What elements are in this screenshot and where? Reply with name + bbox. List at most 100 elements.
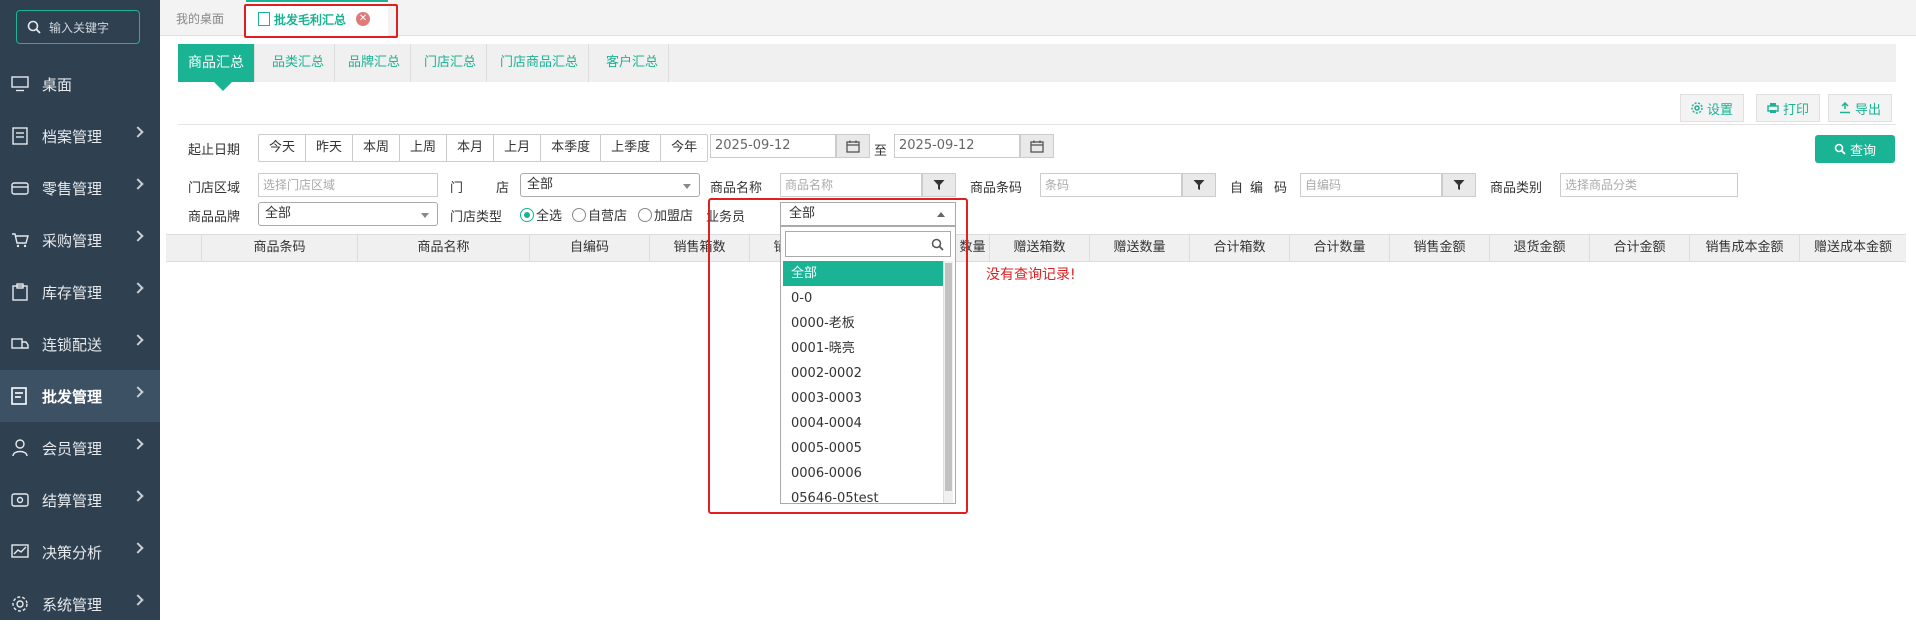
store-label-char-1: 门 <box>450 181 464 196</box>
sidebar-item-purchase[interactable]: 采购管理 <box>0 214 160 266</box>
chevron-right-icon <box>132 230 144 242</box>
sidebar-item-wholesale[interactable]: 批发管理 <box>0 370 160 422</box>
tab-my-desktop[interactable]: 我的桌面 <box>176 0 224 36</box>
sidebar-item-analysis[interactable]: 决策分析 <box>0 526 160 578</box>
query-label: 查询 <box>1849 143 1876 159</box>
store-type-radio-self[interactable]: 自营店 <box>572 205 627 224</box>
sidebar-item-system[interactable]: 系统管理 <box>0 578 160 630</box>
toolbar-divider <box>178 124 1896 125</box>
col-header[interactable]: 销售成本金额 <box>1690 235 1800 261</box>
brand-select-value: 全部 <box>265 206 292 221</box>
selfcode-label-char-1: 自 <box>1230 181 1244 196</box>
calendar-icon[interactable] <box>1020 134 1054 158</box>
date-btn-last-quarter[interactable]: 上季度 <box>601 135 662 161</box>
cart-icon <box>10 230 30 250</box>
settings-button[interactable]: 设置 <box>1680 94 1745 122</box>
col-header[interactable]: 合计箱数 <box>1190 235 1290 261</box>
truck-icon <box>10 334 30 354</box>
sidebar-nav: 桌面 档案管理 零售管理 采购管理 库存管理 连锁配送 批发管理 会员管理 结算… <box>0 58 160 630</box>
selfcode-input[interactable]: 自编码 <box>1300 173 1442 197</box>
subtab-store-summary[interactable]: 门店汇总 <box>414 44 488 82</box>
product-name-label: 商品名称 <box>710 181 763 196</box>
chevron-right-icon <box>132 126 144 138</box>
sidebar-item-retail[interactable]: 零售管理 <box>0 162 160 214</box>
sidebar-item-label: 桌面 <box>42 75 73 94</box>
export-icon <box>1840 102 1850 114</box>
subtab-category-summary[interactable]: 品类汇总 <box>262 44 336 82</box>
end-date-input[interactable]: 2025-09-12 <box>894 134 1020 158</box>
col-header[interactable]: 赠送数量 <box>1090 235 1190 261</box>
sidebar-item-distribution[interactable]: 连锁配送 <box>0 318 160 370</box>
col-header[interactable]: 销售金额 <box>1390 235 1490 261</box>
monitor-icon <box>10 74 30 94</box>
col-header[interactable]: 商品条码 <box>202 235 358 261</box>
brand-select[interactable]: 全部 <box>258 202 438 226</box>
filter-icon[interactable] <box>1442 173 1476 197</box>
sidebar-item-label: 结算管理 <box>42 491 103 510</box>
store-area-input[interactable]: 选择门店区域 <box>258 173 438 197</box>
register-icon <box>10 178 30 198</box>
calendar-icon[interactable] <box>836 134 870 158</box>
sidebar-item-label: 决策分析 <box>42 543 103 562</box>
date-btn-today[interactable]: 今天 <box>259 135 307 161</box>
filter-icon[interactable] <box>1182 173 1216 197</box>
tab-label: 我的桌面 <box>176 11 225 26</box>
sidebar-item-inventory[interactable]: 库存管理 <box>0 266 160 318</box>
chevron-right-icon <box>132 334 144 346</box>
date-btn-this-month[interactable]: 本月 <box>447 135 495 161</box>
user-icon <box>10 438 30 458</box>
table-header-checkbox-col <box>166 235 202 261</box>
query-button[interactable]: 查询 <box>1815 135 1895 163</box>
subtab-customer-summary[interactable]: 客户汇总 <box>596 44 670 82</box>
export-button[interactable]: 导出 <box>1828 94 1893 122</box>
table-header: 商品条码 商品名称 自编码 销售箱数 销售数量 数量 赠送箱数 赠送数量 合计箱… <box>166 234 1906 262</box>
selfcode-label-char-2: 编 <box>1250 181 1264 196</box>
date-btn-this-week[interactable]: 本周 <box>353 135 401 161</box>
col-header[interactable]: 赠送成本金额 <box>1800 235 1906 261</box>
gear-icon <box>10 594 30 614</box>
date-btn-yesterday[interactable]: 昨天 <box>306 135 354 161</box>
sidebar-item-label: 采购管理 <box>42 231 103 250</box>
page-tab-bar: 我的桌面 批发毛利汇总 ✕ <box>160 0 1916 36</box>
col-header[interactable]: 合计金额 <box>1590 235 1690 261</box>
date-btn-last-month[interactable]: 上月 <box>494 135 542 161</box>
date-btn-this-quarter[interactable]: 本季度 <box>541 135 602 161</box>
sidebar-item-label: 连锁配送 <box>42 335 103 354</box>
caret-down-icon <box>683 184 691 189</box>
highlight-box-dropdown <box>708 198 968 514</box>
store-select[interactable]: 全部 <box>520 173 700 197</box>
store-type-label: 门店类型 <box>450 210 503 225</box>
category-input[interactable]: 选择商品分类 <box>1560 173 1738 197</box>
radio-icon <box>572 207 586 222</box>
subtab-brand-summary[interactable]: 品牌汇总 <box>338 44 412 82</box>
date-btn-this-year[interactable]: 今年 <box>661 135 707 161</box>
sidebar-item-archive[interactable]: 档案管理 <box>0 110 160 162</box>
store-type-radio-all[interactable]: 全选 <box>520 205 562 224</box>
subtab-product-summary[interactable]: 商品汇总 <box>178 44 255 91</box>
col-header[interactable]: 赠送箱数 <box>990 235 1090 261</box>
sidebar-item-member[interactable]: 会员管理 <box>0 422 160 474</box>
col-header[interactable]: 自编码 <box>530 235 650 261</box>
chart-icon <box>10 542 30 562</box>
sidebar-item-label: 零售管理 <box>42 179 103 198</box>
date-range-label: 起止日期 <box>188 143 241 158</box>
store-type-radio-franchise[interactable]: 加盟店 <box>638 205 693 224</box>
to-label: 至 <box>874 144 888 159</box>
chevron-right-icon <box>132 386 144 398</box>
store-label-char-2: 店 <box>496 181 510 196</box>
col-header[interactable]: 合计数量 <box>1290 235 1390 261</box>
filter-icon[interactable] <box>922 173 956 197</box>
start-date-input[interactable]: 2025-09-12 <box>710 134 836 158</box>
col-header[interactable]: 退货金额 <box>1490 235 1590 261</box>
date-btn-last-week[interactable]: 上周 <box>400 135 448 161</box>
col-header[interactable]: 商品名称 <box>358 235 530 261</box>
print-button[interactable]: 打印 <box>1756 94 1821 122</box>
sidebar-item-settlement[interactable]: 结算管理 <box>0 474 160 526</box>
clipboard-icon <box>10 282 30 302</box>
menu-search-box[interactable]: 输入关键字 <box>16 10 140 44</box>
product-name-input[interactable]: 商品名称 <box>780 173 922 197</box>
chevron-right-icon <box>132 438 144 450</box>
subtab-store-product-summary[interactable]: 门店商品汇总 <box>490 44 590 82</box>
sidebar-item-desktop[interactable]: 桌面 <box>0 58 160 110</box>
barcode-input[interactable]: 条码 <box>1040 173 1182 197</box>
